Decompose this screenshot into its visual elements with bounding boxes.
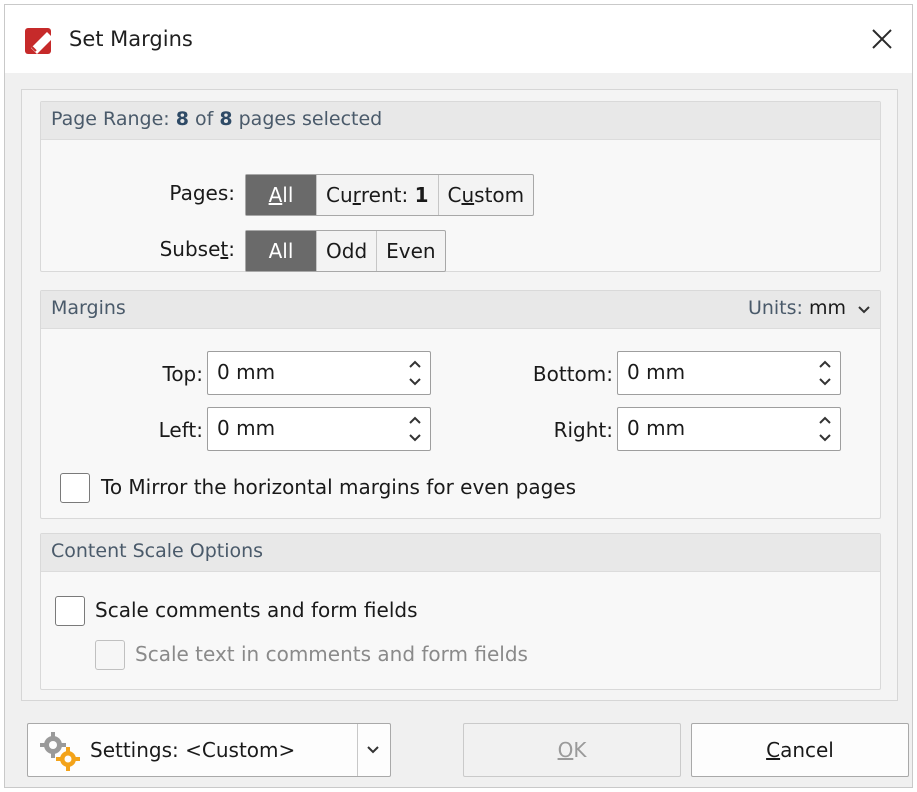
close-icon[interactable]	[862, 19, 902, 59]
page-range-prefix: Page Range:	[51, 108, 176, 130]
left-margin-input[interactable]: 0 mm	[207, 407, 431, 451]
left-label: Left:	[158, 418, 203, 442]
of-text: of	[188, 108, 220, 130]
spin-arrows-icon[interactable]	[406, 411, 424, 447]
right-margin-value[interactable]: 0 mm	[627, 416, 685, 440]
settings-button[interactable]: Settings: <Custom>	[28, 724, 358, 776]
top-margin-value[interactable]: 0 mm	[217, 360, 275, 384]
chevron-down-icon[interactable]	[365, 743, 381, 757]
units-selector[interactable]: Units: mm	[748, 297, 846, 319]
top-margin-input[interactable]: 0 mm	[207, 351, 431, 395]
subset-label: Subset:	[159, 237, 235, 261]
set-margins-dialog: Set Margins Page Range: 8 of 8 pages sel…	[4, 4, 913, 788]
margins-group: Margins Units: mm Top: 0 mm Left: 0 mm B…	[40, 290, 881, 519]
margins-header: Margins Units: mm	[41, 291, 880, 329]
scale-text-label[interactable]: Scale text in comments and form fields	[135, 642, 528, 666]
subset-all-option[interactable]: All	[246, 231, 316, 271]
right-label: Right:	[553, 418, 613, 442]
mirror-margins-checkbox[interactable]	[60, 473, 90, 503]
bottom-label: Bottom:	[532, 362, 613, 386]
page-range-header: Page Range: 8 of 8 pages selected	[41, 102, 880, 140]
settings-dropdown-button[interactable]	[356, 724, 390, 776]
total-count: 8	[219, 108, 233, 130]
settings-label: Settings: <Custom>	[90, 738, 296, 762]
margins-title: Margins	[51, 297, 126, 319]
title-bar: Set Margins	[5, 5, 912, 73]
pdf-editor-app-icon	[23, 26, 59, 58]
scale-comments-label[interactable]: Scale comments and form fields	[95, 598, 418, 622]
close-button[interactable]	[862, 19, 902, 59]
right-margin-input[interactable]: 0 mm	[617, 407, 841, 451]
page-range-group: Page Range: 8 of 8 pages selected Pages:…	[40, 101, 881, 272]
subset-segmented-control: All Odd Even	[245, 230, 446, 272]
pages-custom-option[interactable]: Cu stom	[437, 175, 534, 215]
ok-button[interactable]: OK	[463, 723, 681, 777]
gears-icon	[40, 732, 80, 771]
bottom-margin-input[interactable]: 0 mm	[617, 351, 841, 395]
dialog-content: Page Range: 8 of 8 pages selected Pages:…	[21, 89, 898, 701]
pages-segmented-control: All Cu r rent: 1 Cu stom	[245, 174, 535, 216]
scale-comments-checkbox[interactable]	[55, 596, 85, 626]
top-label: Top:	[162, 362, 204, 386]
pages-current-option[interactable]: Cu r rent: 1	[316, 175, 438, 215]
spin-arrows-icon[interactable]	[816, 411, 834, 447]
subset-odd-option[interactable]: Odd	[316, 231, 376, 271]
spin-arrows-icon[interactable]	[406, 355, 424, 391]
cancel-button[interactable]: Cancel	[691, 723, 909, 777]
chevron-down-icon[interactable]	[856, 303, 872, 317]
mirror-margins-label[interactable]: To Mirror the horizontal margins for eve…	[101, 475, 576, 499]
pages-label: Pages:	[169, 181, 235, 205]
scale-text-checkbox[interactable]	[95, 640, 125, 670]
spin-arrows-icon[interactable]	[816, 355, 834, 391]
window-title: Set Margins	[69, 27, 193, 51]
bottom-margin-value[interactable]: 0 mm	[627, 360, 685, 384]
content-scale-header: Content Scale Options	[41, 534, 880, 572]
pages-selected-text: pages selected	[232, 108, 383, 130]
settings-split-button: Settings: <Custom>	[27, 723, 391, 777]
subset-even-option[interactable]: Even	[376, 231, 444, 271]
left-margin-value[interactable]: 0 mm	[217, 416, 275, 440]
content-scale-group: Content Scale Options Scale comments and…	[40, 533, 881, 690]
pages-all-option[interactable]: All	[246, 175, 316, 215]
selected-count: 8	[175, 108, 189, 130]
